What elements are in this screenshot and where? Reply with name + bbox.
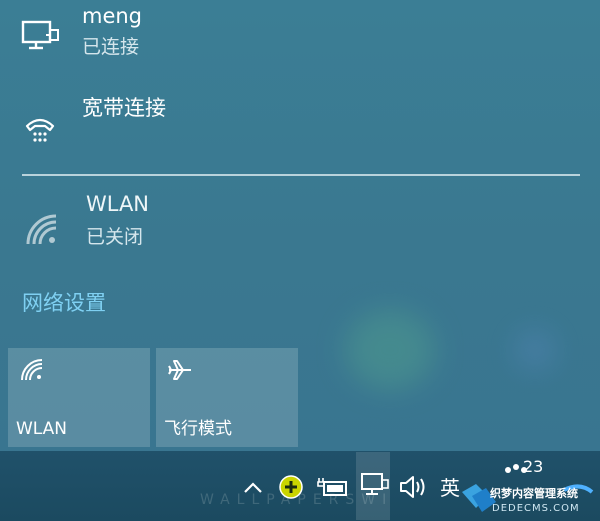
network-name: WLAN [86, 192, 150, 216]
green-plus-icon [279, 475, 303, 499]
speaker-icon [400, 476, 425, 498]
quick-action-label: WLAN [16, 419, 68, 439]
background-blur [345, 310, 435, 390]
network-status: 已关闭 [86, 226, 144, 248]
network-name: meng [82, 4, 143, 28]
network-tray-button[interactable] [356, 452, 390, 520]
clock[interactable]: 23 [523, 458, 543, 476]
show-hidden-icons-button[interactable] [240, 470, 266, 504]
quick-action-wlan[interactable]: WLAN [8, 348, 150, 447]
airplane-icon [168, 360, 191, 380]
background-blur [515, 330, 555, 370]
quick-action-airplane-mode[interactable]: 飞行模式 [156, 348, 298, 447]
network-item-broadband[interactable]: 宽带连接 [0, 88, 600, 158]
battery-button[interactable] [316, 470, 350, 504]
ethernet-monitor-icon [21, 20, 59, 50]
tray-app-button[interactable] [276, 470, 306, 504]
network-flyout: meng 已连接 宽带连接 WLAN 已关闭 网络设置 WLAN 飞行模式 [0, 0, 600, 451]
battery-plug-icon [317, 478, 347, 496]
network-item-wlan[interactable]: WLAN 已关闭 [0, 186, 600, 262]
quick-action-label: 飞行模式 [164, 419, 232, 439]
chevron-up-icon [244, 482, 262, 493]
volume-button[interactable] [396, 470, 430, 504]
dialup-phone-icon [25, 118, 55, 142]
ethernet-monitor-icon [361, 473, 389, 495]
watermark-text: 织梦内容管理系统 [490, 487, 578, 500]
watermark-subtext: DEDECMS.COM [492, 503, 580, 514]
network-name: 宽带连接 [82, 96, 166, 120]
network-settings-link[interactable]: 网络设置 [22, 290, 106, 316]
network-item-meng[interactable]: meng 已连接 [0, 0, 600, 70]
divider [22, 174, 580, 176]
wifi-icon [21, 359, 43, 381]
wifi-icon [26, 214, 57, 245]
network-status: 已连接 [82, 36, 140, 58]
